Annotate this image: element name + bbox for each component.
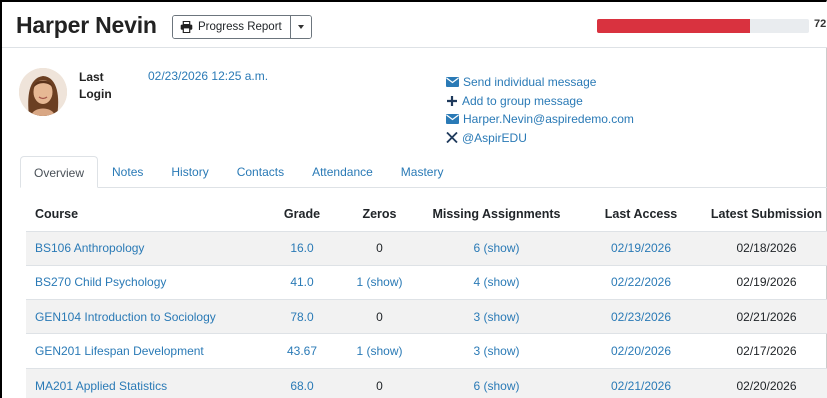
missing-assignments-value[interactable]: 3 (show) xyxy=(473,344,519,358)
tab-overview[interactable]: Overview xyxy=(20,156,99,188)
action-label: Harper.Nevin@aspiredemo.com xyxy=(463,112,634,127)
tab-notes[interactable]: Notes xyxy=(98,156,157,188)
latest-submission-value: 02/19/2026 xyxy=(736,275,797,290)
last-access-link[interactable]: 02/19/2026 xyxy=(611,241,671,255)
column-header-last-access[interactable]: Last Access xyxy=(576,198,706,231)
grade-link[interactable]: 68.0 xyxy=(290,379,313,393)
caret-down-icon xyxy=(297,25,304,29)
tab-mastery[interactable]: Mastery xyxy=(387,156,458,188)
column-header-course[interactable]: Course xyxy=(26,198,262,231)
avatar-image xyxy=(19,68,67,116)
tab-history[interactable]: History xyxy=(157,156,222,188)
envelope-icon xyxy=(446,114,459,125)
tab-bar: Overview Notes History Contacts Attendan… xyxy=(20,156,827,188)
table-row: GEN201 Lifespan Development 43.67 1 (sho… xyxy=(26,333,827,369)
course-link[interactable]: MA201 Applied Statistics xyxy=(35,379,167,393)
progress-bar-fill xyxy=(597,19,750,33)
course-link[interactable]: GEN104 Introduction to Sociology xyxy=(35,310,216,324)
x-profile-link[interactable]: @AspirEDU xyxy=(446,129,634,148)
table-row: GEN104 Introduction to Sociology 78.0 0 … xyxy=(26,299,827,334)
action-label: Send individual message xyxy=(463,75,597,90)
column-header-zeros[interactable]: Zeros xyxy=(342,198,417,231)
column-header-latest-submission[interactable]: Latest Submission xyxy=(706,198,827,231)
action-label: Add to group message xyxy=(462,93,583,108)
course-link[interactable]: BS270 Child Psychology xyxy=(35,275,166,289)
grade-link[interactable]: 43.67 xyxy=(287,344,317,358)
avatar xyxy=(19,68,67,116)
last-access-link[interactable]: 02/23/2026 xyxy=(611,310,671,324)
zeros-value: 0 xyxy=(376,309,383,324)
latest-submission-value: 02/17/2026 xyxy=(736,344,797,359)
latest-submission-value: 02/21/2026 xyxy=(736,309,797,324)
printer-icon xyxy=(180,21,193,33)
grade-link[interactable]: 16.0 xyxy=(290,241,313,255)
zeros-value[interactable]: 1 (show) xyxy=(356,275,402,289)
progress-report-label: Progress Report xyxy=(198,21,282,33)
course-link[interactable]: GEN201 Lifespan Development xyxy=(35,344,204,358)
envelope-icon xyxy=(446,77,459,88)
last-access-link[interactable]: 02/21/2026 xyxy=(611,379,671,393)
progress-report-button-group: Progress Report xyxy=(172,15,312,39)
course-table: Course Grade Zeros Missing Assignments L… xyxy=(26,198,827,398)
student-name: Harper Nevin xyxy=(16,12,157,38)
action-label: @AspirEDU xyxy=(462,130,527,145)
last-access-link[interactable]: 02/20/2026 xyxy=(611,344,671,358)
grade-link[interactable]: 78.0 xyxy=(290,310,313,324)
missing-assignments-value[interactable]: 3 (show) xyxy=(473,310,519,324)
last-login-label-line2: Login xyxy=(79,87,112,101)
table-row: BS270 Child Psychology 41.0 1 (show) 4 (… xyxy=(26,264,827,300)
column-header-missing-assignments[interactable]: Missing Assignments xyxy=(417,198,576,231)
last-login-label: Last Login xyxy=(79,69,119,103)
table-row: MA201 Applied Statistics 68.0 0 6 (show)… xyxy=(26,367,827,398)
course-link[interactable]: BS106 Anthropology xyxy=(35,241,144,255)
last-access-link[interactable]: 02/22/2026 xyxy=(611,275,671,289)
zeros-value: 0 xyxy=(376,241,383,256)
email-link[interactable]: Harper.Nevin@aspiredemo.com xyxy=(446,110,634,129)
table-row: BS106 Anthropology 16.0 0 6 (show) 02/19… xyxy=(26,230,827,266)
tab-attendance[interactable]: Attendance xyxy=(298,156,387,188)
last-login-label-line1: Last xyxy=(79,70,104,84)
zeros-value: 0 xyxy=(376,378,383,393)
tab-contacts[interactable]: Contacts xyxy=(223,156,298,188)
plus-icon xyxy=(447,95,457,106)
missing-assignments-value[interactable]: 6 (show) xyxy=(473,241,519,255)
add-to-group-message-link[interactable]: Add to group message xyxy=(446,92,634,111)
send-individual-message-link[interactable]: Send individual message xyxy=(446,73,634,92)
latest-submission-value: 02/18/2026 xyxy=(736,241,797,256)
page-header: Harper Nevin Progress Report 72 xyxy=(2,2,827,48)
report-options-dropdown[interactable] xyxy=(290,16,311,38)
missing-assignments-value[interactable]: 4 (show) xyxy=(473,275,519,289)
latest-submission-value: 02/20/2026 xyxy=(736,378,797,393)
last-login-value: 02/23/2026 12:25 a.m. xyxy=(148,69,269,83)
grade-link[interactable]: 41.0 xyxy=(290,275,313,289)
table-header-row: Course Grade Zeros Missing Assignments L… xyxy=(26,198,827,231)
contact-actions: Send individual message Add to group mes… xyxy=(446,73,634,147)
missing-assignments-value[interactable]: 6 (show) xyxy=(473,379,519,393)
progress-report-button[interactable]: Progress Report xyxy=(173,16,291,38)
progress-value: 72 xyxy=(814,18,827,30)
zeros-value[interactable]: 1 (show) xyxy=(356,344,402,358)
x-logo-icon xyxy=(446,132,458,144)
progress-bar xyxy=(597,19,809,33)
column-header-grade[interactable]: Grade xyxy=(262,198,342,231)
